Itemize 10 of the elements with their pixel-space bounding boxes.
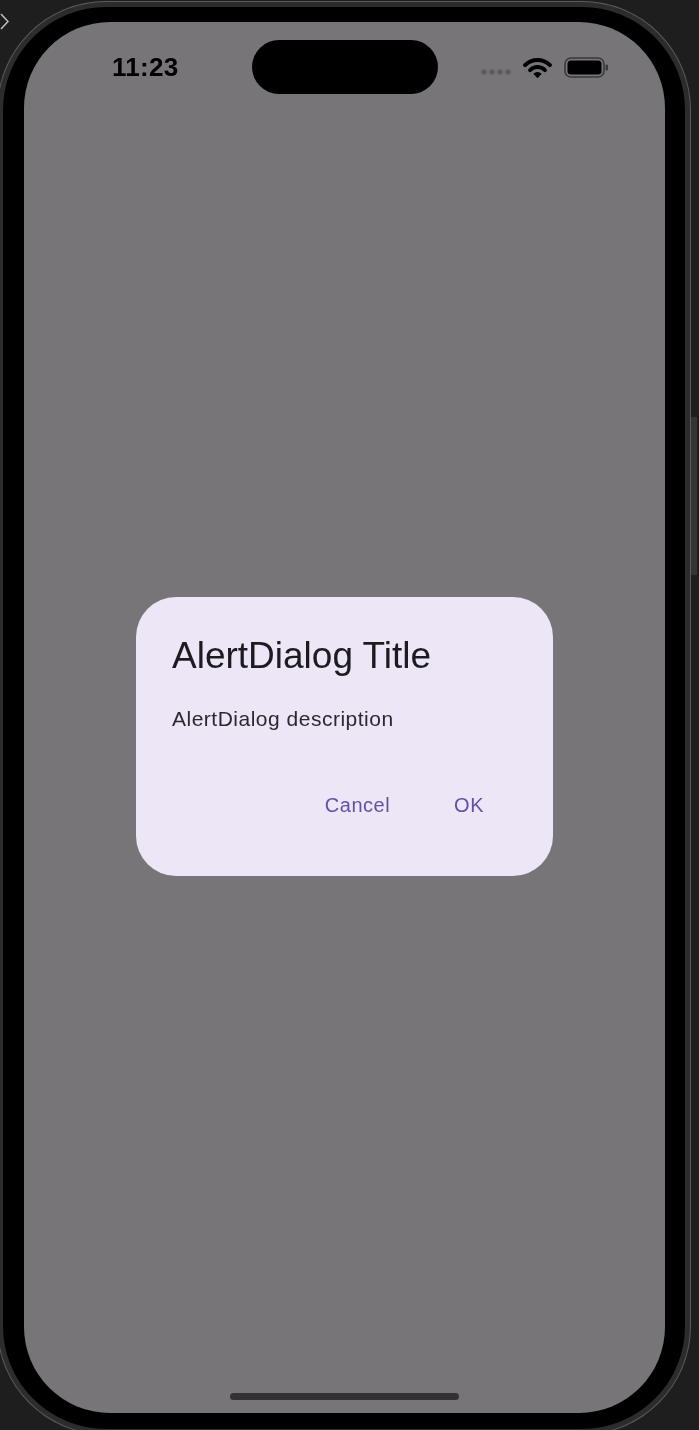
confirm-button[interactable]: OK <box>442 781 496 829</box>
battery-icon <box>563 56 609 78</box>
chevron-icon <box>0 13 9 30</box>
status-time: 11:23 <box>112 54 179 80</box>
cellular-signal-icon <box>480 69 511 75</box>
cancel-button[interactable]: Cancel <box>312 781 403 829</box>
dialog-title: AlertDialog Title <box>172 634 433 678</box>
wifi-icon <box>522 56 552 78</box>
dialog-description: AlertDialog description <box>172 706 395 732</box>
home-indicator[interactable] <box>230 1393 459 1400</box>
